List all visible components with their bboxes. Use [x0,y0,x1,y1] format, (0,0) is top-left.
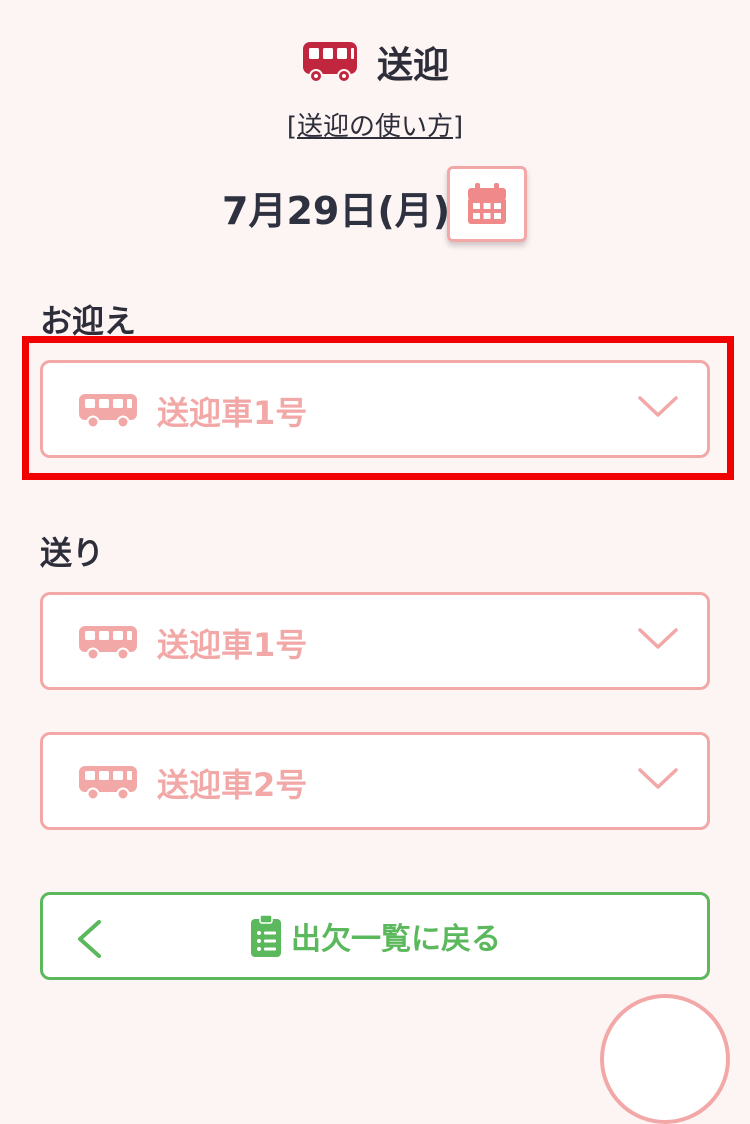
calendar-icon [468,183,506,224]
dropoff-vehicle-select-1[interactable]: 送迎車1号 [40,592,710,690]
dropoff-vehicle-value-2: 送迎車2号 [157,766,308,804]
highlight-box [22,336,734,480]
howto-link[interactable]: 送迎の使い方 [297,112,453,142]
calendar-button[interactable] [447,166,527,242]
floating-action-button[interactable] [600,994,730,1124]
back-button-label: 出欠一覧に戻る [291,922,501,957]
date-label: 7月29日(月) [222,189,451,233]
back-button-content: 出欠一覧に戻る [43,895,707,977]
howto-open-bracket: [ [286,112,297,142]
dropoff-section-label: 送り [40,534,105,572]
page-title: 送迎 [376,45,449,86]
back-to-attendance-button[interactable]: 出欠一覧に戻る [40,892,710,980]
page-header: 送迎 [0,36,750,88]
chevron-down-icon [638,628,678,649]
howto-close-bracket: ] [453,112,464,142]
chevron-down-icon [638,768,678,789]
howto-link-row: [送迎の使い方] [0,106,750,143]
clipboard-list-icon [251,914,281,957]
dropoff-vehicle-value-1: 送迎車1号 [157,626,308,664]
bus-icon [79,766,137,801]
bus-icon [79,626,137,661]
bus-icon [302,42,357,83]
date-row: 7月29日(月) [0,166,750,242]
dropoff-vehicle-select-2[interactable]: 送迎車2号 [40,732,710,830]
